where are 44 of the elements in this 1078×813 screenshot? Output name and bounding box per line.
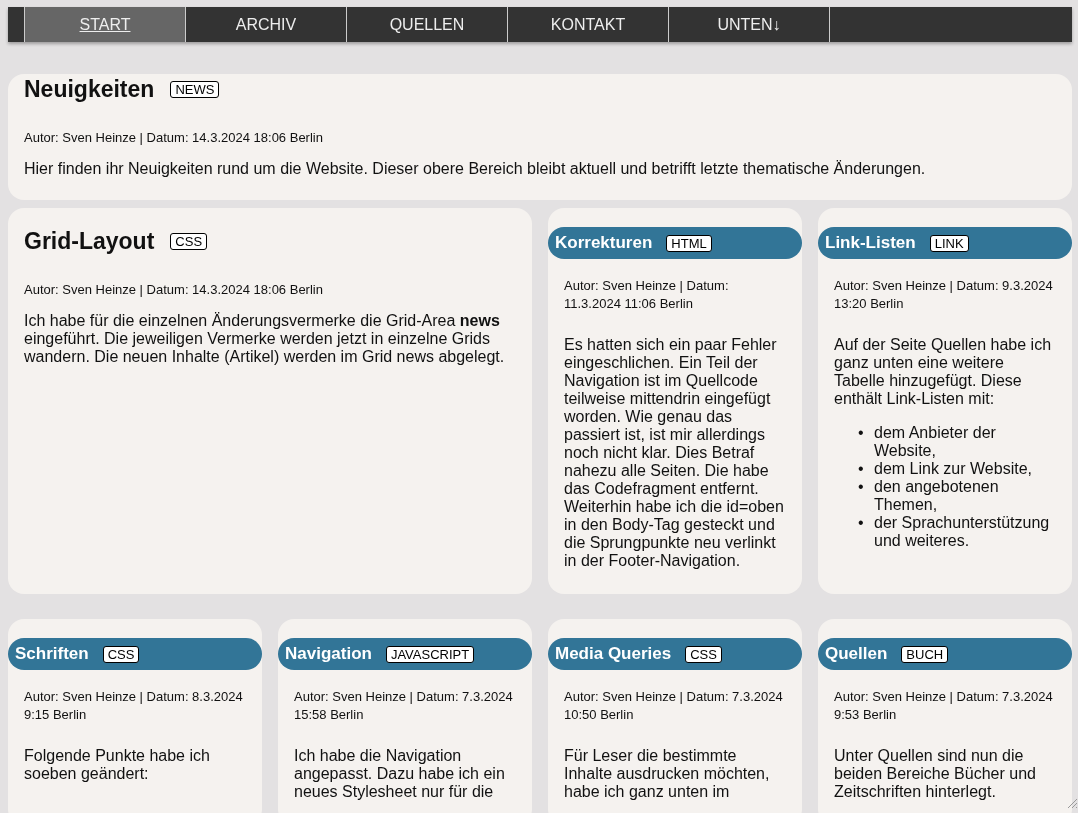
bullet: • [858,514,865,533]
tag-label: LINK [929,234,969,252]
nav-link[interactable]: QUELLEN [346,7,507,42]
article-text: Auf der Seite Quellen habe ich ganz unten eine weitere Tabelle hinzugefügt. Diese enthält Link-Listen mit: [834,336,1053,408]
article-title: Media Queries [555,644,672,664]
list-item: der Sprachunterstützung und weiteres. [874,514,1051,550]
resize-grip-icon[interactable] [1066,797,1078,809]
nav-link[interactable]: START [24,7,185,42]
tag-label: NEWS [170,81,220,98]
tag-label: HTML [666,234,712,252]
list-item: dem Link zur Website, [874,460,1032,478]
article-meta: Autor: Sven Heinze | Datum: 7.3.2024 10:50 Berlin [564,688,784,724]
tag-label: CSS [685,645,722,663]
nav-link[interactable]: KONTAKT [507,7,668,42]
tag-label: CSS [102,645,140,663]
article-title: Korrekturen [555,233,653,253]
tag-label: BUCH [901,645,949,663]
article-meta: Autor: Sven Heinze | Datum: 14.3.2024 18:06 Berlin [24,281,324,299]
article-meta: Autor: Sven Heinze | Datum: 11.3.2024 11:06 Berlin [564,277,730,313]
article-meta: Autor: Sven Heinze | Datum: 9.3.2024 13:20 Berlin [834,277,1054,313]
article-text: Ich habe für die einzelnen Änderungsvermerke die Grid-Area news eingeführt. Die jeweiligen Vermerke werden jetzt in einzelne Grids wandern. Die neuen Inhalte (Artikel) werden im Grid news abgelegt. [24,312,506,366]
article-text: Es hatten sich ein paar Fehler eingeschlichen. Ein Teil der Navigation ist im Quellcode teilweise mittendrin eingefügt worden. Wie genau das passiert ist, ist mir allerdings noch nicht klar. Dies Betraf nahezu alle Seiten. Die habe das Codefragment entfernt. Weiterhin habe ich die id=oben in den Body-Tag gesteckt und die Sprungpunkte neu verlinkt in der Footer-Navigation. [564,336,785,570]
nav-link[interactable]: UNTEN↓ [668,7,829,42]
article-meta: Autor: Sven Heinze | Datum: 14.3.2024 18:06 Berlin [24,129,324,147]
article-meta: Autor: Sven Heinze | Datum: 7.3.2024 15:58 Berlin [294,688,514,724]
tag-label: CSS [170,233,208,250]
article-meta: Autor: Sven Heinze | Datum: 7.3.2024 9:53 Berlin [834,688,1054,724]
tag-label: JAVASCRIPT [385,645,475,663]
article-title: Grid-Layout [24,228,155,255]
article-title: Navigation [285,644,372,664]
article-text: Für Leser die bestimmte Inhalte ausdrucken möchten, habe ich ganz unten im [564,747,771,801]
bullet: • [858,460,865,478]
article-text: Hier finden ihr Neuigkeiten rund um die Website. Dieser obere Bereich bleibt aktuell und betrifft letzte thematische Änderungen. [24,160,927,178]
article-text: Folgende Punkte habe ich soeben geändert: [24,747,211,783]
article-meta: Autor: Sven Heinze | Datum: 8.3.2024 9:15 Berlin [24,688,244,724]
nav-link[interactable]: ARCHIV [185,7,346,42]
bullet: • [858,424,865,443]
article-title: Neuigkeiten [24,76,155,103]
bullet: • [858,478,865,497]
article-title: Link-Listen [825,233,916,253]
article-text: Ich habe die Navigation angepasst. Dazu habe ich ein neues Stylesheet nur für die [294,747,506,801]
article-title: Quellen [825,644,888,664]
article-title: Schriften [15,644,89,664]
article-text: Unter Quellen sind nun die beiden Bereiche Bücher und Zeitschriften hinterlegt. [834,747,1037,801]
